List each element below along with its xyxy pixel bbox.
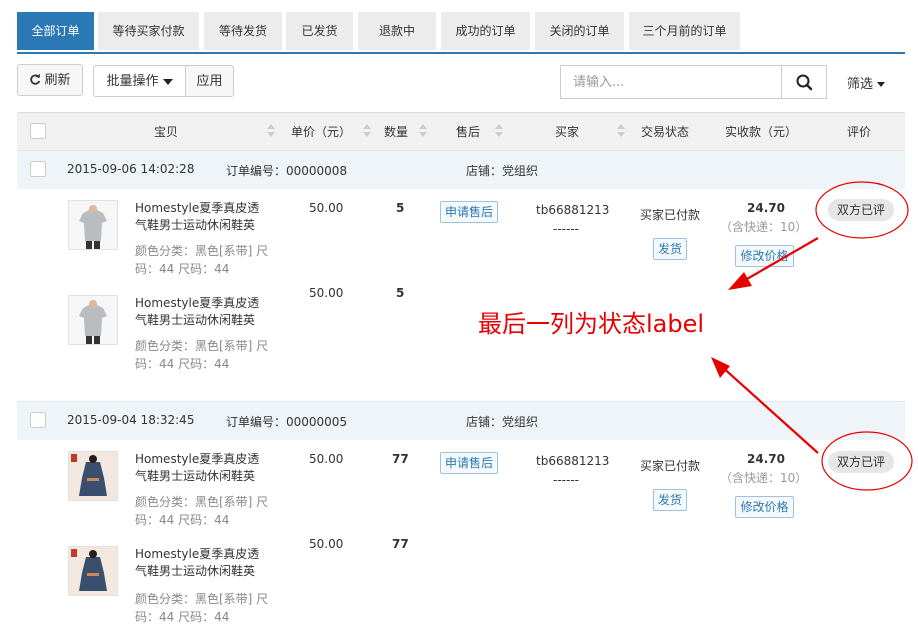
- annotation-arrow: [719, 364, 819, 454]
- annotation-ellipse: [821, 431, 913, 491]
- annotation-arrow-head: [711, 357, 730, 378]
- annotation-arrow: [739, 237, 819, 284]
- annotation-ellipse: [815, 181, 909, 239]
- annotation-arrow-head: [728, 272, 752, 290]
- annotation-text: 最后一列为状态label: [478, 310, 705, 338]
- annotation-overlay: [711, 181, 913, 491]
